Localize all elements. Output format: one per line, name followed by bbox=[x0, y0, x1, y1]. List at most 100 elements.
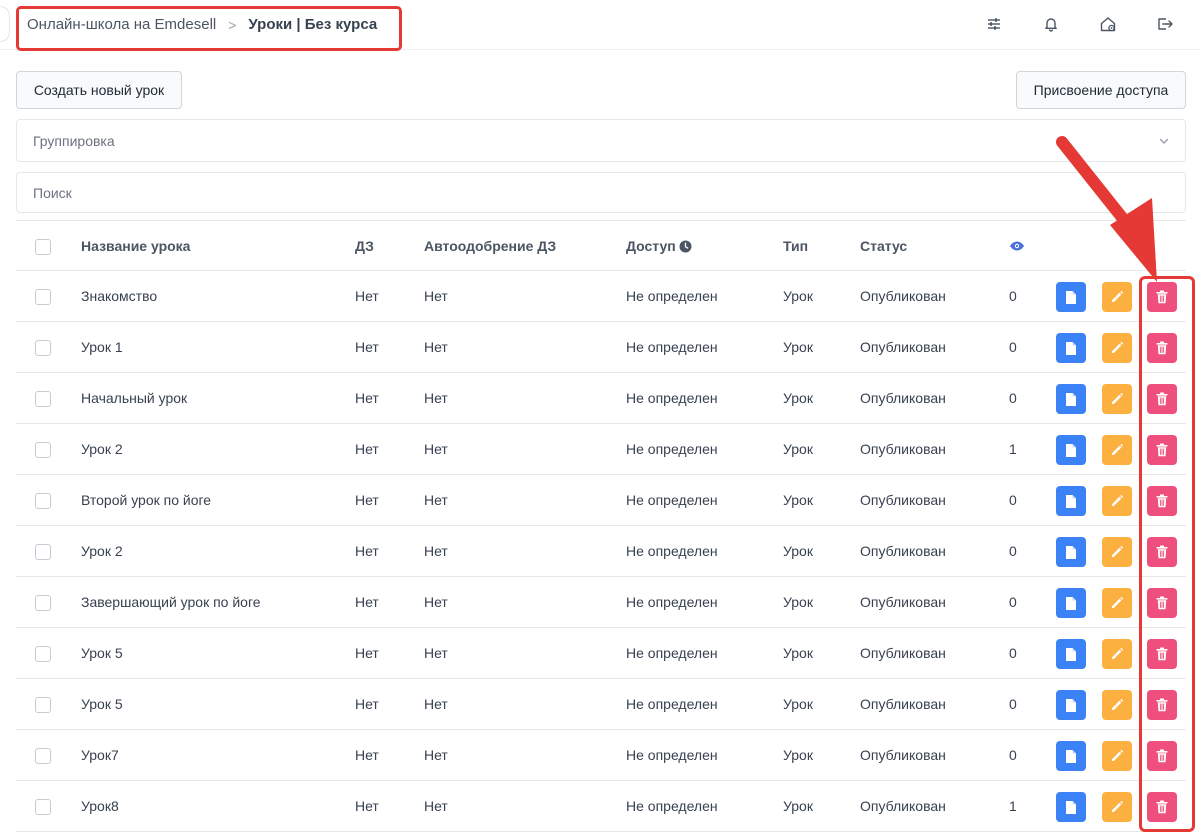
column-type-header[interactable]: Тип bbox=[783, 238, 808, 254]
row-checkbox[interactable] bbox=[35, 289, 51, 305]
document-icon bbox=[1065, 749, 1077, 764]
lesson-name[interactable]: Знакомство bbox=[81, 288, 157, 304]
column-views-header[interactable] bbox=[1009, 239, 1025, 255]
bell-icon[interactable] bbox=[1041, 14, 1061, 34]
row-checkbox[interactable] bbox=[35, 340, 51, 356]
pencil-icon bbox=[1110, 494, 1124, 508]
views-count: 0 bbox=[1009, 747, 1017, 763]
edit-lesson-button[interactable] bbox=[1102, 741, 1132, 771]
auto-approve-value: Нет bbox=[424, 543, 448, 559]
homework-value: Нет bbox=[355, 696, 379, 712]
edit-lesson-button[interactable] bbox=[1102, 435, 1132, 465]
edit-lesson-button[interactable] bbox=[1102, 486, 1132, 516]
auto-approve-value: Нет bbox=[424, 441, 448, 457]
column-homework-header[interactable]: ДЗ bbox=[355, 238, 374, 254]
lesson-name[interactable]: Урок 2 bbox=[81, 441, 123, 457]
pencil-icon bbox=[1110, 800, 1124, 814]
column-auto-approve-header[interactable]: Автоодобрение ДЗ bbox=[424, 238, 556, 254]
view-lesson-button[interactable] bbox=[1056, 486, 1086, 516]
table-row: Начальный урок Нет Нет Не определен Урок Опуб… bbox=[16, 373, 1186, 424]
type-value: Урок bbox=[783, 594, 813, 610]
type-value: Урок bbox=[783, 696, 813, 712]
table-row: Урок 2 Нет Нет Не определен Урок Опубликован 0 bbox=[16, 526, 1186, 577]
row-checkbox[interactable] bbox=[35, 646, 51, 662]
assign-access-button[interactable]: Присвоение доступа bbox=[1016, 71, 1186, 109]
access-value: Не определен bbox=[626, 339, 718, 355]
select-all-checkbox[interactable] bbox=[35, 239, 51, 255]
views-count: 1 bbox=[1009, 441, 1017, 457]
view-lesson-button[interactable] bbox=[1056, 690, 1086, 720]
column-access-header[interactable]: Доступ bbox=[626, 238, 692, 254]
lesson-name[interactable]: Урок 2 bbox=[81, 543, 123, 559]
views-count: 0 bbox=[1009, 390, 1017, 406]
status-value: Опубликован bbox=[860, 747, 946, 763]
document-icon bbox=[1065, 392, 1077, 407]
lesson-name[interactable]: Урок7 bbox=[81, 747, 119, 763]
views-count: 0 bbox=[1009, 492, 1017, 508]
document-icon bbox=[1065, 545, 1077, 560]
status-value: Опубликован bbox=[860, 543, 946, 559]
search-input[interactable] bbox=[16, 172, 1186, 213]
row-checkbox[interactable] bbox=[35, 697, 51, 713]
view-lesson-button[interactable] bbox=[1056, 639, 1086, 669]
views-count: 1 bbox=[1009, 798, 1017, 814]
document-icon bbox=[1065, 494, 1077, 509]
lesson-name[interactable]: Урок 1 bbox=[81, 339, 123, 355]
lesson-name[interactable]: Урок8 bbox=[81, 798, 119, 814]
column-name-header[interactable]: Название урока bbox=[81, 238, 190, 254]
view-lesson-button[interactable] bbox=[1056, 792, 1086, 822]
view-lesson-button[interactable] bbox=[1056, 741, 1086, 771]
auto-approve-value: Нет bbox=[424, 645, 448, 661]
status-value: Опубликован bbox=[860, 594, 946, 610]
sidebar-toggle[interactable] bbox=[0, 6, 10, 42]
row-checkbox[interactable] bbox=[35, 442, 51, 458]
lesson-name[interactable]: Второй урок по йоге bbox=[81, 492, 211, 508]
edit-lesson-button[interactable] bbox=[1102, 537, 1132, 567]
status-value: Опубликован bbox=[860, 492, 946, 508]
row-checkbox[interactable] bbox=[35, 799, 51, 815]
lesson-name[interactable]: Урок 5 bbox=[81, 645, 123, 661]
document-icon bbox=[1065, 596, 1077, 611]
document-icon bbox=[1065, 698, 1077, 713]
table-row: Урок 5 Нет Нет Не определен Урок Опубликован 0 bbox=[16, 628, 1186, 679]
access-value: Не определен bbox=[626, 492, 718, 508]
auto-approve-value: Нет bbox=[424, 594, 448, 610]
row-checkbox[interactable] bbox=[35, 748, 51, 764]
lesson-name[interactable]: Начальный урок bbox=[81, 390, 187, 406]
column-status-header[interactable]: Статус bbox=[860, 238, 907, 254]
view-lesson-button[interactable] bbox=[1056, 333, 1086, 363]
view-lesson-button[interactable] bbox=[1056, 384, 1086, 414]
document-icon bbox=[1065, 341, 1077, 356]
edit-lesson-button[interactable] bbox=[1102, 690, 1132, 720]
row-checkbox[interactable] bbox=[35, 391, 51, 407]
homework-value: Нет bbox=[355, 288, 379, 304]
home-settings-icon[interactable] bbox=[1098, 14, 1118, 34]
view-lesson-button[interactable] bbox=[1056, 435, 1086, 465]
edit-lesson-button[interactable] bbox=[1102, 639, 1132, 669]
grouping-select[interactable]: Группировка bbox=[16, 119, 1186, 162]
access-value: Не определен bbox=[626, 798, 718, 814]
table-header: Название урока ДЗ Автоодобрение ДЗ Досту… bbox=[16, 220, 1186, 271]
views-count: 0 bbox=[1009, 339, 1017, 355]
view-lesson-button[interactable] bbox=[1056, 588, 1086, 618]
type-value: Урок bbox=[783, 798, 813, 814]
view-lesson-button[interactable] bbox=[1056, 537, 1086, 567]
edit-lesson-button[interactable] bbox=[1102, 588, 1132, 618]
edit-lesson-button[interactable] bbox=[1102, 333, 1132, 363]
row-checkbox[interactable] bbox=[35, 544, 51, 560]
status-value: Опубликован bbox=[860, 798, 946, 814]
edit-lesson-button[interactable] bbox=[1102, 384, 1132, 414]
auto-approve-value: Нет bbox=[424, 288, 448, 304]
access-value: Не определен bbox=[626, 645, 718, 661]
lesson-name[interactable]: Завершающий урок по йоге bbox=[81, 594, 261, 610]
row-checkbox[interactable] bbox=[35, 493, 51, 509]
clock-icon bbox=[679, 240, 692, 252]
homework-value: Нет bbox=[355, 543, 379, 559]
sliders-icon[interactable] bbox=[984, 14, 1004, 34]
eye-icon bbox=[1010, 241, 1024, 251]
edit-lesson-button[interactable] bbox=[1102, 792, 1132, 822]
logout-icon[interactable] bbox=[1155, 14, 1175, 34]
lesson-name[interactable]: Урок 5 bbox=[81, 696, 123, 712]
create-lesson-button[interactable]: Создать новый урок bbox=[16, 71, 182, 109]
row-checkbox[interactable] bbox=[35, 595, 51, 611]
